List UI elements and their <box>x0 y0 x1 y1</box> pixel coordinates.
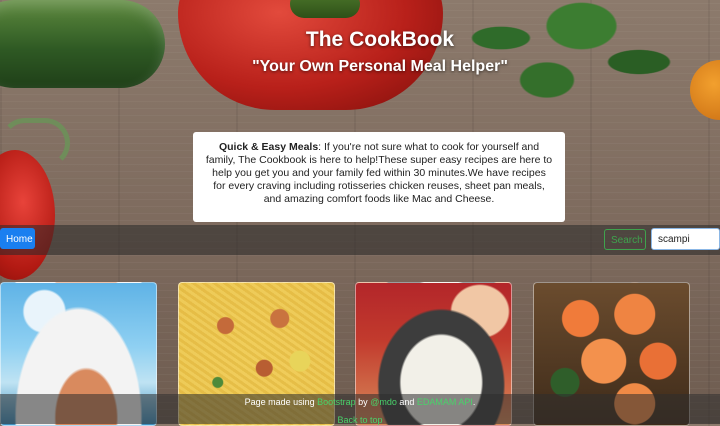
navbar: Home Search <box>0 225 720 255</box>
footer-credits: Page made using Bootstrap by @mdo and ED… <box>0 397 720 407</box>
site-subtitle: "Your Own Personal Meal Helper" <box>252 58 508 75</box>
home-button[interactable]: Home <box>0 228 35 249</box>
footer-and: and <box>396 397 417 407</box>
herb-background-image <box>455 0 685 110</box>
search-button[interactable]: Search <box>604 229 646 250</box>
tomato-background-image <box>0 150 55 280</box>
search-input[interactable] <box>651 228 720 250</box>
site-title: The CookBook <box>305 28 455 51</box>
pepper-stem-background-image <box>290 0 360 18</box>
intro-heading: Quick & Easy Meals <box>218 141 319 153</box>
footer: Page made using Bootstrap by @mdo and ED… <box>0 394 720 425</box>
footer-by: by <box>355 397 371 407</box>
intro-card: Quick & Easy Meals: If you're not sure w… <box>193 132 565 222</box>
bootstrap-link[interactable]: Bootstrap <box>317 397 356 407</box>
footer-prefix: Page made using <box>244 397 318 407</box>
mdo-link[interactable]: @mdo <box>370 397 397 407</box>
footer-period: . <box>472 397 476 407</box>
edamam-link[interactable]: EDAMAM API <box>417 397 473 407</box>
